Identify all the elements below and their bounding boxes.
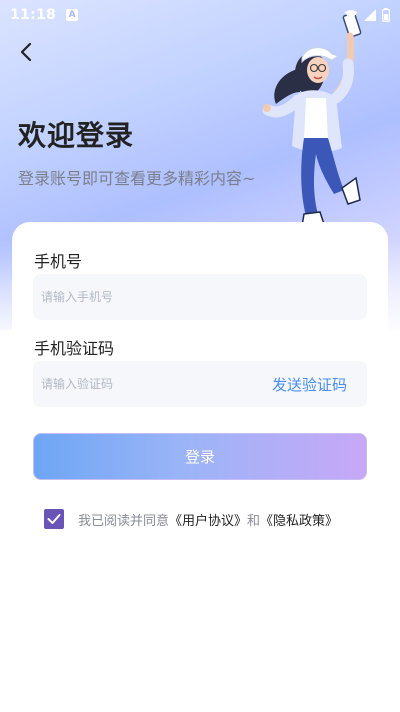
signal-icon: [364, 9, 376, 21]
login-button[interactable]: 登录: [33, 433, 367, 480]
phone-input[interactable]: [41, 290, 359, 304]
phone-label: 手机号: [34, 252, 83, 271]
agreement-text: 我已阅读并同意《用户协议》和《隐私政策》: [78, 510, 338, 529]
agreement-prefix: 我已阅读并同意: [78, 513, 170, 529]
agree-checkbox[interactable]: [44, 509, 64, 529]
page-title: 欢迎登录: [18, 119, 135, 152]
girl-illustration: [262, 8, 392, 248]
notification-a-icon: A: [66, 9, 79, 21]
back-button[interactable]: [12, 40, 40, 68]
code-label: 手机验证码: [34, 339, 115, 358]
phone-input-box: [33, 274, 367, 320]
battery-icon: [382, 8, 390, 22]
wifi-icon: [344, 9, 358, 21]
check-icon: [47, 510, 61, 529]
chevron-left-icon: [18, 42, 34, 66]
privacy-policy-link[interactable]: 《隐私政策》: [260, 514, 338, 529]
status-bar: 11:18 A: [0, 0, 400, 30]
code-input[interactable]: [41, 377, 272, 391]
agreement-and: 和: [247, 513, 261, 529]
send-code-button[interactable]: 发送验证码: [272, 374, 359, 395]
page-subtitle: 登录账号即可查看更多精彩内容~: [18, 169, 256, 188]
status-icons: [344, 8, 390, 22]
user-agreement-link[interactable]: 《用户协议》: [169, 514, 247, 529]
status-time: 11:18: [10, 7, 57, 23]
agreement-row: 我已阅读并同意《用户协议》和《隐私政策》: [44, 509, 338, 529]
code-input-box: 发送验证码: [33, 361, 367, 407]
